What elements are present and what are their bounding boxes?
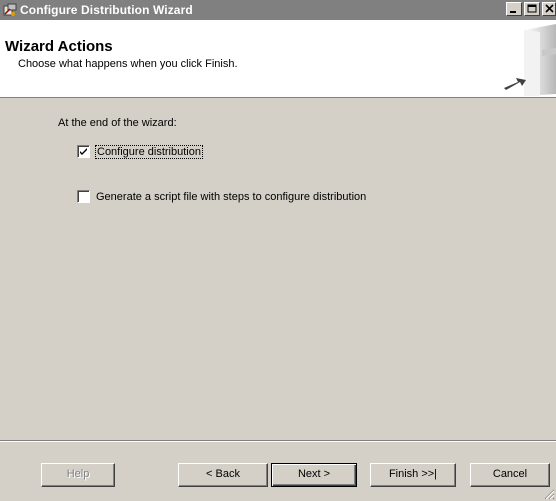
configure-distribution-label[interactable]: Configure distribution xyxy=(95,144,203,159)
wizard-window: Configure Distribution Wizard Wizard Act… xyxy=(0,0,556,501)
next-button[interactable]: Next > xyxy=(271,463,357,487)
back-button[interactable]: < Back xyxy=(178,463,268,487)
wizard-body: At the end of the wizard: Configure dist… xyxy=(0,98,556,438)
maximize-button[interactable] xyxy=(524,2,540,16)
finish-button[interactable]: Finish >>| xyxy=(370,463,456,487)
page-subtitle: Choose what happens when you click Finis… xyxy=(18,58,238,70)
minimize-icon xyxy=(510,11,516,13)
wizard-app-icon xyxy=(3,3,17,16)
wizard-header: Wizard Actions Choose what happens when … xyxy=(0,20,556,98)
checkmark-icon xyxy=(80,148,87,155)
resize-grip-icon[interactable] xyxy=(543,488,555,500)
window-title: Configure Distribution Wizard xyxy=(20,3,193,17)
intro-label: At the end of the wizard: xyxy=(58,117,177,129)
close-icon xyxy=(545,4,554,13)
generate-script-label[interactable]: Generate a script file with steps to con… xyxy=(96,191,366,203)
close-button[interactable] xyxy=(542,2,556,16)
help-button[interactable]: Help xyxy=(41,463,115,487)
page-title: Wizard Actions xyxy=(5,38,113,55)
configure-distribution-checkbox[interactable] xyxy=(77,145,90,158)
cancel-button[interactable]: Cancel xyxy=(470,463,550,487)
configure-distribution-checkbox-row[interactable]: Configure distribution xyxy=(77,144,203,159)
generate-script-checkbox[interactable] xyxy=(77,190,90,203)
minimize-button[interactable] xyxy=(506,2,522,16)
generate-script-checkbox-row[interactable]: Generate a script file with steps to con… xyxy=(77,190,366,203)
maximize-icon xyxy=(527,4,537,13)
title-bar[interactable]: Configure Distribution Wizard xyxy=(0,0,556,20)
footer-divider xyxy=(0,440,556,442)
server-graphic-icon xyxy=(504,24,556,96)
